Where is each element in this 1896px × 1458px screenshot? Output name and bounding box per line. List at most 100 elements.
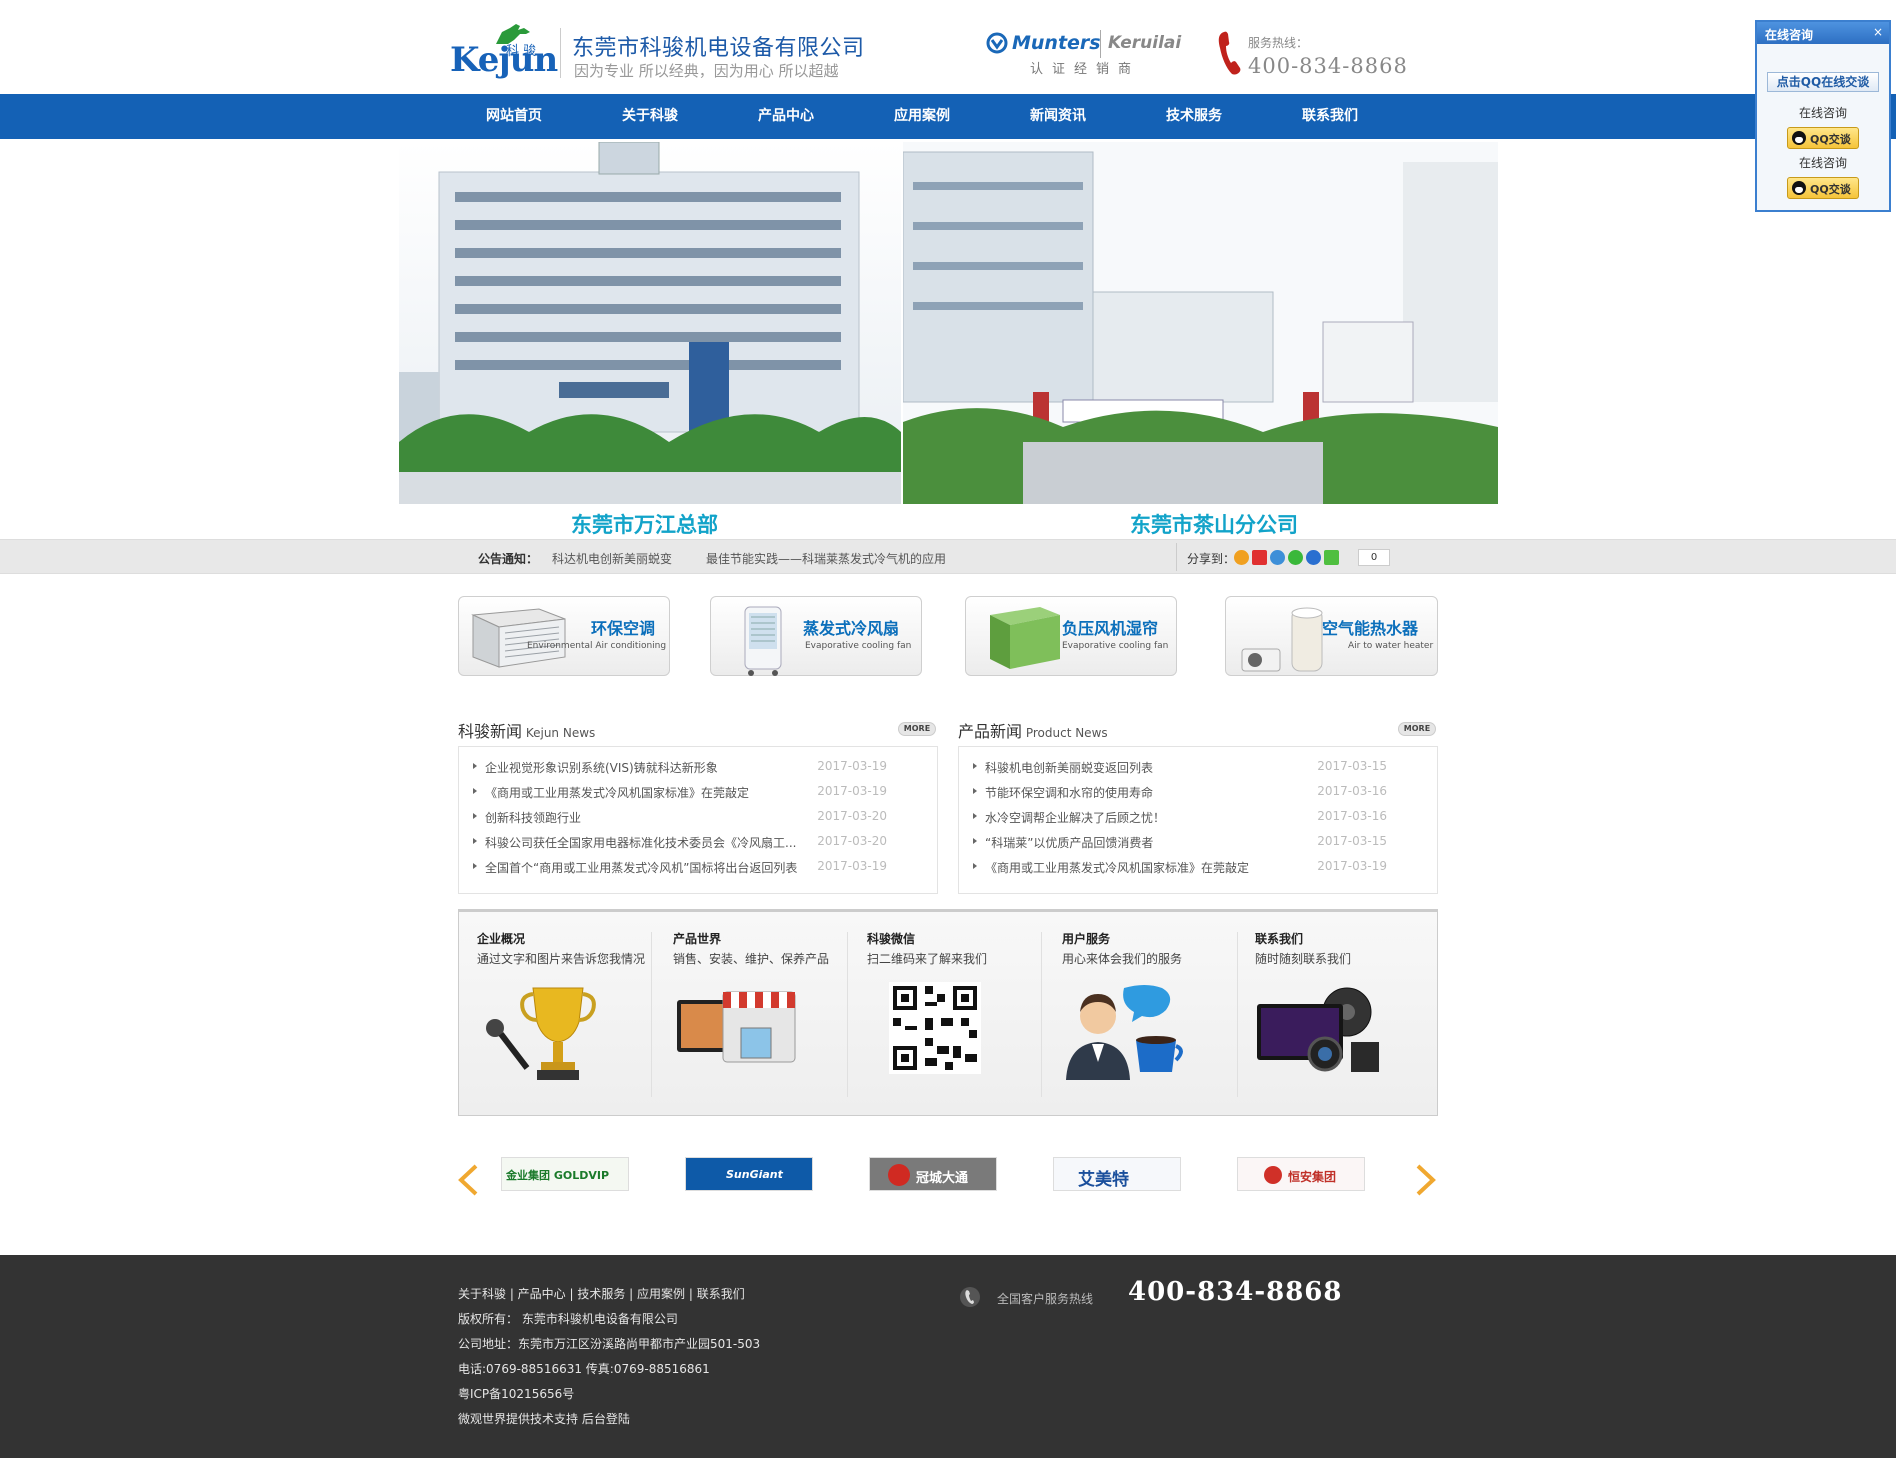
share-weibo-icon[interactable] <box>1252 550 1267 565</box>
news-date: 2017-03-16 <box>1317 809 1387 823</box>
news-text: 科骏公司获任全国家用电器标准化技术委员会《冷风扇工... <box>485 836 797 850</box>
carousel-next-arrow-icon[interactable] <box>1414 1163 1438 1197</box>
kejun-logo[interactable]: Kejun 科 骏 <box>450 22 558 82</box>
qq-chat-link[interactable]: 点击QQ在线交谈 <box>1767 72 1879 92</box>
news-item[interactable]: 科骏公司获任全国家用电器标准化技术委员会《冷风扇工... 2017-03-20 <box>473 832 923 852</box>
company-slogan: 因为专业 所以经典，因为用心 所以超越 <box>574 62 839 80</box>
share-divider <box>1176 543 1177 571</box>
feature-title: 科骏微信 <box>867 932 916 946</box>
cooling-fan-image <box>744 606 782 676</box>
qq-penguin-icon <box>1792 131 1806 145</box>
news-date: 2017-03-20 <box>817 834 887 848</box>
news-item[interactable]: “科瑞莱”以优质产品回馈消费者 2017-03-15 <box>973 832 1423 852</box>
branch-photo <box>903 142 1498 504</box>
close-icon[interactable]: × <box>1873 25 1883 39</box>
news-item[interactable]: 全国首个“商用或工业用蒸发式冷风机”国标将出台返回列表 2017-03-19 <box>473 857 923 877</box>
notice-item[interactable]: 科达机电创新美丽蜕变 <box>552 550 672 567</box>
nav-news[interactable]: 新闻资讯 <box>990 94 1126 139</box>
qq-widget-header: 在线咨询 × <box>1757 22 1889 44</box>
product-box-heat-pump[interactable]: 空气能热水器 Air to water heater <box>1225 596 1438 676</box>
more-button[interactable]: MORE <box>898 722 936 736</box>
news-item[interactable]: 《商用或工业用蒸发式冷风机国家标准》在莞敲定 2017-03-19 <box>473 782 923 802</box>
footer-support[interactable]: 微观世界提供技术支持 后台登陆 <box>458 1410 630 1427</box>
bullet-arrow-icon <box>473 763 477 769</box>
product-box-eco-ac[interactable]: 环保空调 Environmental Air conditioning <box>458 596 670 676</box>
feature-title: 联系我们 <box>1255 932 1304 946</box>
news-list: 企业视觉形象识别系统(VIS)铸就科达新形象 2017-03-19 《商用或工业用… <box>458 746 938 894</box>
bullet-arrow-icon <box>973 788 977 794</box>
feature-company-overview[interactable]: 企业概况 通过文字和图片来告诉您我情况 <box>477 912 647 1119</box>
news-date: 2017-03-19 <box>1317 859 1387 873</box>
brand-divider <box>1100 30 1101 58</box>
notice-label: 公告通知： <box>478 552 539 566</box>
qq-widget-title: 在线咨询 <box>1765 28 1814 42</box>
footer-copyright: 版权所有： 东莞市科骏机电设备有限公司 <box>458 1312 678 1326</box>
hero-banner[interactable]: 东莞市万江总部 东莞市茶山分公司 <box>0 139 1896 539</box>
footer-icp[interactable]: 粤ICP备10215656号 <box>458 1385 574 1402</box>
feature-divider <box>1237 932 1238 1097</box>
qq-chat-button[interactable]: QQ交谈 <box>1787 177 1859 199</box>
feature-desc: 通过文字和图片来告诉您我情况 <box>477 952 646 966</box>
features-panel: 企业概况 通过文字和图片来告诉您我情况 产品世界 销售、安装、维护、保养产品 科… <box>458 909 1438 1116</box>
qq-online-consult-widget: 在线咨询 × 点击QQ在线交谈 在线咨询 QQ交谈 在线咨询 QQ交谈 <box>1755 20 1891 212</box>
news-item[interactable]: 水冷空调帮企业解决了后顾之忧！ 2017-03-16 <box>973 807 1423 827</box>
news-date: 2017-03-16 <box>1317 784 1387 798</box>
wet-curtain-image <box>990 607 1060 669</box>
product-title: 空气能热水器 <box>1322 619 1419 638</box>
news-item[interactable]: 科骏机电创新美丽蜕变返回列表 2017-03-15 <box>973 757 1423 777</box>
nav-home[interactable]: 网站首页 <box>446 94 582 139</box>
brand-logo-airmate[interactable]: 艾美特 <box>1053 1157 1181 1191</box>
carousel-prev-arrow-icon[interactable] <box>456 1163 480 1197</box>
feature-divider <box>651 932 652 1097</box>
notice-item[interactable]: 最佳节能实践——科瑞莱蒸发式冷气机的应用 <box>706 550 946 567</box>
feature-desc: 随时随刻联系我们 <box>1255 952 1352 966</box>
bullet-arrow-icon <box>473 838 477 844</box>
footer-hotline-number: 400-834-8868 <box>1128 1277 1343 1307</box>
feature-contact-us[interactable]: 联系我们 随时随刻联系我们 <box>1255 912 1425 1119</box>
feature-product-world[interactable]: 产品世界 销售、安装、维护、保养产品 <box>673 912 843 1119</box>
nav-products[interactable]: 产品中心 <box>718 94 854 139</box>
logo-cn-text: 科 骏 <box>506 44 537 59</box>
qq-penguin-icon <box>1792 181 1806 195</box>
product-box-fan-curtain[interactable]: 负压风机湿帘 Evaporative cooling fan <box>965 596 1177 676</box>
brand-name: SunGiant <box>726 1168 783 1181</box>
footer-phone-fax: 电话:0769-88516631 传真:0769-88516861 <box>458 1362 710 1376</box>
nav-cases[interactable]: 应用案例 <box>854 94 990 139</box>
news-text: 科骏机电创新美丽蜕变返回列表 <box>985 761 1154 775</box>
share-more-icon[interactable] <box>1324 550 1339 565</box>
section-title-en: Kejun News <box>522 726 596 740</box>
product-box-evaporative-fan[interactable]: 蒸发式冷风扇 Evaporative cooling fan <box>710 596 922 676</box>
bullet-arrow-icon <box>973 863 977 869</box>
nav-contact[interactable]: 联系我们 <box>1262 94 1398 139</box>
brand-logo-goldvip[interactable]: 金业集团 GOLDVIP <box>501 1157 629 1191</box>
qq-button-label: QQ交谈 <box>1810 183 1851 196</box>
bullet-arrow-icon <box>473 788 477 794</box>
news-date: 2017-03-15 <box>1317 834 1387 848</box>
logo-divider <box>560 28 561 78</box>
news-item[interactable]: 企业视觉形象识别系统(VIS)铸就科达新形象 2017-03-19 <box>473 757 923 777</box>
share-tencent-icon[interactable] <box>1270 550 1285 565</box>
qq-chat-button[interactable]: QQ交谈 <box>1787 127 1859 149</box>
share-wechat-icon[interactable] <box>1288 550 1303 565</box>
footer-links[interactable]: 关于科骏 | 产品中心 | 技术服务 | 应用案例 | 联系我们 <box>458 1285 745 1302</box>
news-item[interactable]: 创新科技领跑行业 2017-03-20 <box>473 807 923 827</box>
bullet-arrow-icon <box>473 813 477 819</box>
more-button[interactable]: MORE <box>1398 722 1436 736</box>
section-title-en: Product News <box>1022 726 1108 740</box>
brand-logo-hengan[interactable]: 恒安集团 <box>1237 1157 1365 1191</box>
feature-title: 产品世界 <box>673 932 722 946</box>
feature-user-service[interactable]: 用户服务 用心来体会我们的服务 <box>1062 912 1232 1119</box>
share-qzone-icon[interactable] <box>1234 550 1249 565</box>
brand-name: 冠城大通 <box>916 1171 969 1186</box>
product-title: 蒸发式冷风扇 <box>803 619 900 638</box>
product-title: 负压风机湿帘 <box>1062 619 1159 638</box>
brand-logo-citychamp[interactable]: 冠城大通 <box>869 1157 997 1191</box>
footer-phone-icon <box>960 1287 980 1307</box>
feature-wechat[interactable]: 科骏微信 扫二维码来了解来我们 <box>867 912 1037 1119</box>
news-item[interactable]: 《商用或工业用蒸发式冷风机国家标准》在莞敲定 2017-03-19 <box>973 857 1423 877</box>
news-item[interactable]: 节能环保空调和水帘的使用寿命 2017-03-16 <box>973 782 1423 802</box>
nav-tech-service[interactable]: 技术服务 <box>1126 94 1262 139</box>
brand-logo-sungiant[interactable]: SunGiant <box>685 1157 813 1191</box>
nav-about[interactable]: 关于科骏 <box>582 94 718 139</box>
share-renren-icon[interactable] <box>1306 550 1321 565</box>
